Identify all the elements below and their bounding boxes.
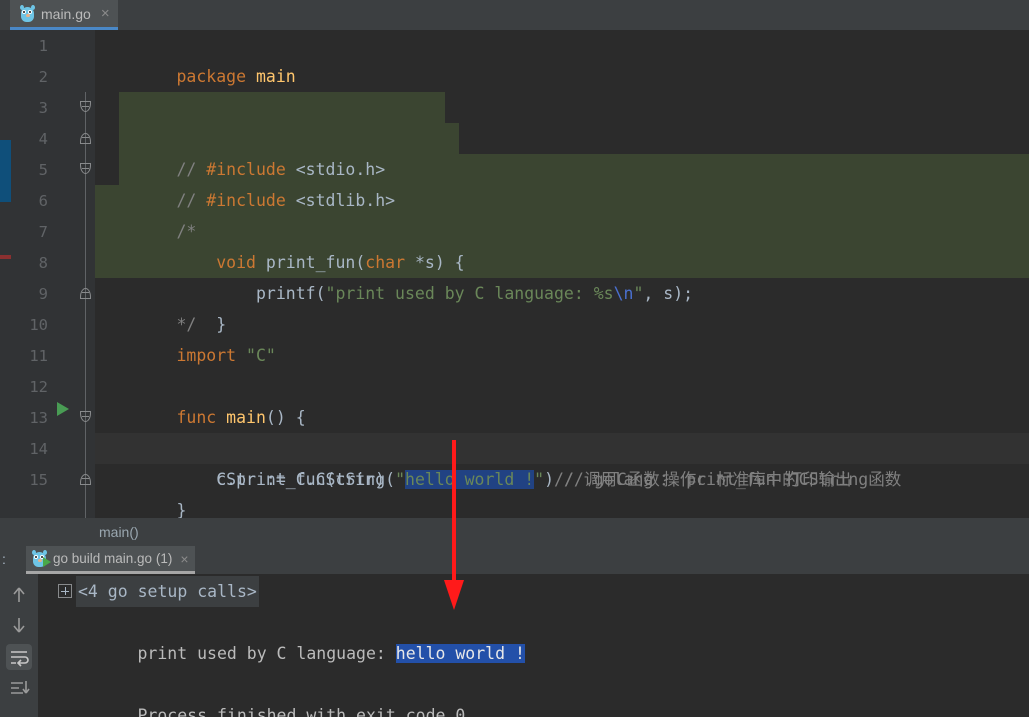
breadcrumb[interactable]: main() (0, 518, 1029, 546)
console-output-text: print used by C language: (137, 644, 396, 663)
line-number: 8 (38, 253, 48, 272)
console-tab-label: go build main.go (1) (53, 551, 173, 566)
line-number: 1 (38, 36, 48, 55)
change-marker (0, 255, 11, 259)
folded-setup-calls-label[interactable]: <4 go setup calls> (76, 576, 259, 607)
console-row-exit-code: Process finished with exit code 0 (58, 669, 465, 717)
token-comment-open: /* (176, 222, 197, 241)
close-icon[interactable]: × (101, 6, 110, 21)
code-line: // #include <stdio.h> (95, 92, 1029, 179)
line-number: 6 (38, 191, 48, 210)
tool-window-label: : (2, 551, 6, 567)
console-toolbar (0, 574, 38, 717)
token-call: C.print_fun(cStr) (216, 470, 386, 489)
token-preprocessor: #include (206, 191, 286, 210)
run-gutter-icon[interactable] (57, 402, 69, 416)
scroll-up-icon[interactable] (6, 582, 32, 608)
line-number: 9 (38, 284, 48, 303)
code-line: printf("print used by C language: %s\n",… (95, 216, 1029, 303)
line-number: 7 (38, 222, 48, 241)
fold-marker-end[interactable] (78, 472, 93, 487)
line-number: 2 (38, 67, 48, 86)
token-type: void (216, 253, 256, 272)
console-tab-go-build[interactable]: go build main.go (1) × (26, 546, 195, 574)
line-number: 10 (29, 315, 48, 334)
token-keyword: import (176, 346, 237, 365)
breadcrumb-strip (0, 518, 11, 546)
token-package-name: main (255, 67, 296, 86)
code-line: func main() { (95, 371, 1029, 427)
scroll-to-end-icon[interactable] (6, 676, 32, 702)
fold-marker-end[interactable] (78, 286, 93, 301)
line-number: 4 (38, 129, 48, 148)
token-function-name: print_fun( (265, 253, 366, 272)
run-console[interactable]: <4 go setup calls> print used by C langu… (0, 574, 1029, 717)
token-header: <stdlib.h> (295, 191, 396, 210)
fold-marker-collapse[interactable] (78, 410, 93, 425)
token-comment: // 调用C函数： print_fun 打印输出 (554, 470, 852, 489)
line-number: 5 (38, 160, 48, 179)
code-editor[interactable]: 1 2 3 4 5 6 7 8 9 10 11 12 13 14 15 pack… (0, 30, 1029, 518)
token-keyword: func (176, 408, 217, 427)
line-number: 11 (29, 346, 48, 365)
token-comment-slashes: // (176, 191, 197, 210)
fold-region-line (85, 92, 86, 518)
injected-c-highlight (119, 123, 459, 154)
token-import-path: "C" (246, 346, 276, 365)
fold-marker-collapse[interactable] (78, 162, 93, 177)
expand-icon[interactable] (58, 584, 72, 598)
close-icon[interactable]: × (180, 551, 188, 567)
change-marker (0, 140, 11, 202)
token-args: , s); (643, 284, 694, 303)
line-number: 14 (29, 439, 48, 458)
console-tab-bar: : go build main.go (1) × (0, 546, 1029, 574)
console-row-folded[interactable]: <4 go setup calls> (52, 576, 259, 607)
token-brace: } (176, 501, 187, 518)
token-comment-close: */ (176, 315, 197, 334)
code-line: C.print_fun(cStr) // 调用C函数： print_fun 打印… (95, 433, 1029, 489)
token-type: char (365, 253, 406, 272)
breadcrumb-label[interactable]: main() (99, 524, 139, 540)
red-pointer-arrow (440, 440, 470, 620)
editor-tab-main-go[interactable]: main.go × (10, 0, 118, 30)
token-string: "print used by C language: %s (325, 284, 614, 303)
line-number: 15 (29, 470, 48, 489)
token-string-end: " (633, 284, 644, 303)
scroll-down-icon[interactable] (6, 612, 32, 638)
line-number: 12 (29, 377, 48, 396)
line-number: 13 (29, 408, 48, 427)
fold-marker-collapse[interactable] (78, 100, 93, 115)
ide-window: main.go × 1 2 3 4 5 6 7 8 9 10 11 12 13 … (0, 0, 1029, 717)
soft-wrap-icon[interactable] (6, 644, 32, 670)
token-keyword: package (176, 67, 247, 86)
token-preprocessor: #include (206, 160, 286, 179)
editor-tab-label: main.go (41, 5, 91, 22)
line-number: 3 (38, 98, 48, 117)
token-params: *s) { (405, 253, 465, 272)
code-line: import "C" (95, 309, 1029, 365)
go-gopher-icon (20, 4, 35, 22)
fold-marker-end[interactable] (78, 131, 93, 146)
injected-c-highlight (95, 216, 1029, 247)
token-brace: } (216, 315, 227, 334)
token-header: <stdio.h> (295, 160, 386, 179)
console-output[interactable]: <4 go setup calls> print used by C langu… (38, 574, 1029, 717)
console-exit-message: Process finished with exit code 0 (137, 706, 466, 717)
console-selection[interactable]: hello world ! (395, 644, 525, 663)
go-gopher-run-icon (32, 549, 51, 567)
editor-text-area[interactable]: package main // #include <stdio.h> // #i… (95, 30, 1029, 518)
token-comment-slashes: // (176, 160, 197, 179)
token-signature: () { (265, 408, 306, 427)
token-printf: printf( (255, 284, 326, 303)
editor-tab-bar: main.go × (0, 0, 1029, 30)
editor-change-marker-strip (0, 30, 11, 518)
code-line: package main (95, 30, 1029, 86)
token-escape: \n (613, 284, 634, 303)
token-function-name: main (226, 408, 266, 427)
code-line: // #include <stdlib.h> (95, 123, 1029, 210)
injected-c-highlight (119, 92, 445, 123)
editor-fold-column[interactable] (77, 30, 95, 518)
